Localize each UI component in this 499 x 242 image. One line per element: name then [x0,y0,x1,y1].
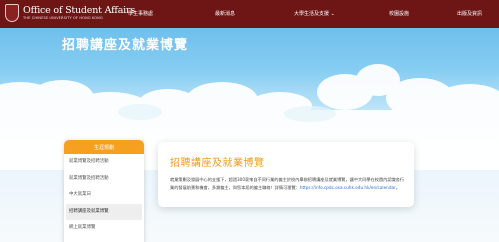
nav-item-osa[interactable]: 學生事務處 [128,10,153,17]
content-title: 招聘講座及就業博覽 [170,158,265,169]
sidebar-item-cuhk-career-day[interactable]: 中大就業日 [64,187,144,204]
nav-item-university-life-label: 大學生活及支援 [294,11,330,17]
sidebar-item-recruitment-talks-active[interactable]: 招聘講座及就業博覽 [66,203,142,220]
nav-item-university-life[interactable]: 大學生活及支援 ⌄ [294,10,335,17]
sidebar-header: 生涯規劃 [64,140,144,154]
sidebar-item-virtual-career-fair[interactable]: 網上就業博覽 [64,220,144,237]
logo-title: Office of Student Affairs [23,5,136,16]
sidebar-item-career-fair-recruitment[interactable]: 就業博覽及招聘活動 [64,154,144,171]
sidebar-item-career-fair-recruitment-2[interactable]: 就業博覽及招聘活動 [64,171,144,188]
site-logo[interactable]: Office of Student Affairs THE CHINESE UN… [5,4,135,22]
logo-subtitle: THE CHINESE UNIVERSITY OF HONG KONG [23,16,103,20]
content-card: 招聘講座及就業博覽 就業策劃及發展中心的支援下，超過300家來自不同行業的僱主於… [158,142,414,207]
chevron-down-icon: ⌄ [330,11,335,17]
content-body: 就業策劃及發展中心的支援下，超過300家來自不同行業的僱主於校內舉辦招聘講座及就… [170,176,406,192]
nav-item-publications[interactable]: 出版及資訊 [457,10,482,17]
sidebar: 生涯規劃 就業博覽及招聘活動 就業博覽及招聘活動 中大就業日 招聘講座及就業博覽… [64,140,144,242]
nav-item-news[interactable]: 最新消息 [215,10,235,17]
calendar-link[interactable]: https://info.cpdc.osa.cuhk.edu.hk/en/cal… [300,185,396,190]
cuhk-crest-icon [5,4,19,22]
content-suffix: 。 [395,185,400,190]
top-navigation-bar: Office of Student Affairs THE CHINESE UN… [0,0,499,28]
nav-item-facilities[interactable]: 校園設施 [389,10,409,17]
